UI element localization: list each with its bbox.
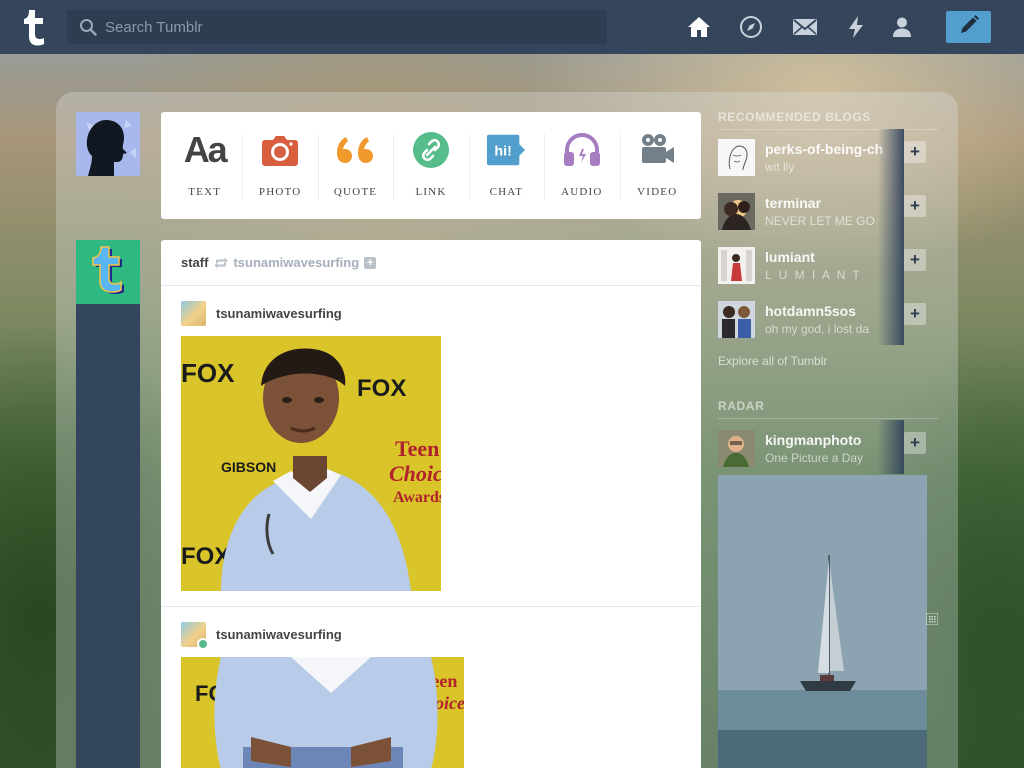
follow-button[interactable]: + (904, 432, 926, 454)
follow-button[interactable]: + (904, 195, 926, 217)
text-icon: Aa (183, 129, 228, 170)
post-card: staff tsunamiwavesurfing + tsunamiwavesu… (161, 240, 701, 768)
reblog-badge-icon (197, 638, 209, 650)
post-author-link[interactable]: staff (181, 255, 208, 270)
post-photo[interactable]: FOX Teen Choice (181, 657, 464, 768)
grid-view-icon[interactable] (925, 612, 939, 626)
trail-user[interactable]: tsunamiwavesurfing (161, 301, 342, 326)
post-photo[interactable]: FOX FOX Teen Choice Awards GIBSON FOX (181, 336, 441, 591)
row-fade (878, 183, 904, 237)
blog-avatar[interactable] (718, 430, 755, 467)
post-type-label: LINK (415, 186, 447, 198)
post-type-link[interactable]: LINK (393, 112, 468, 219)
trail-avatar[interactable] (181, 622, 209, 650)
my-avatar[interactable] (76, 112, 140, 176)
pencil-icon (958, 14, 980, 41)
backdrop-logo: Teen (395, 436, 439, 461)
trail-username[interactable]: tsunamiwavesurfing (216, 627, 342, 642)
follow-button[interactable]: + (904, 141, 926, 163)
blog-title: wit lly (765, 160, 795, 174)
backdrop-logo: Choice (389, 461, 441, 486)
row-fade (878, 420, 904, 474)
backdrop-logo: GIBSON (221, 459, 276, 475)
blog-avatar[interactable] (718, 301, 755, 338)
post-type-audio[interactable]: AUDIO (544, 112, 619, 219)
post-type-chat[interactable]: hi! CHAT (468, 112, 544, 219)
trail-avatar[interactable] (181, 301, 206, 326)
headphones-icon (562, 130, 602, 170)
backdrop-logo: FOX (181, 358, 235, 388)
trail-user[interactable]: tsunamiwavesurfing (161, 622, 342, 650)
activity-icon[interactable] (843, 14, 869, 40)
inbox-icon[interactable] (792, 14, 818, 40)
top-navigation-bar (0, 0, 1024, 54)
radar-photo[interactable] (718, 475, 927, 768)
explore-all-link[interactable]: Explore all of Tumblr (718, 354, 827, 368)
row-fade (878, 291, 904, 345)
sidebar-divider (718, 418, 938, 419)
quote-icon (336, 130, 376, 170)
blog-avatar[interactable] (718, 139, 755, 176)
post-type-label: CHAT (489, 186, 524, 198)
account-icon[interactable] (889, 14, 915, 40)
blog-title: One Picture a Day (765, 451, 864, 465)
backdrop-logo: FOX (357, 375, 406, 402)
follow-button[interactable]: + (904, 303, 926, 325)
row-fade (878, 129, 904, 183)
post-header: staff tsunamiwavesurfing + (161, 240, 701, 286)
explore-icon[interactable] (738, 14, 764, 40)
search-input[interactable] (105, 10, 595, 44)
blog-avatar[interactable] (718, 247, 755, 284)
backdrop-logo: Awards (393, 489, 441, 506)
chat-icon: hi! (486, 130, 526, 170)
post-type-video[interactable]: VIDEO (619, 112, 695, 219)
staff-avatar-column (76, 240, 140, 768)
camera-icon (260, 130, 300, 170)
search-icon (79, 18, 97, 36)
link-icon (411, 130, 451, 170)
compose-post-button[interactable] (946, 11, 991, 43)
trail-username[interactable]: tsunamiwavesurfing (216, 306, 342, 321)
post-type-bar: Aa TEXT PHOTO QUOTE LINK hi! CHAT AUDIO … (161, 112, 701, 219)
post-type-label: VIDEO (637, 186, 678, 198)
blog-name[interactable]: perks-of-being-ch (765, 141, 883, 157)
staff-avatar[interactable] (76, 240, 140, 304)
post-type-label: PHOTO (258, 186, 302, 198)
post-type-text[interactable]: Aa TEXT (167, 112, 242, 219)
radar-blog-row[interactable]: kingmanphoto One Picture a Day + (718, 420, 930, 474)
row-fade (878, 237, 904, 291)
post-type-quote[interactable]: QUOTE (317, 112, 393, 219)
tumblr-logo-icon[interactable] (14, 7, 54, 47)
home-icon[interactable] (686, 14, 712, 40)
post-type-photo[interactable]: PHOTO (242, 112, 317, 219)
post-divider (161, 606, 701, 607)
search-box[interactable] (67, 10, 607, 44)
blog-name[interactable]: lumiant (765, 249, 883, 265)
recommended-blogs-title: RECOMMENDED BLOGS (718, 110, 871, 124)
video-icon (637, 130, 677, 170)
radar-title: RADAR (718, 399, 765, 413)
post-type-label: AUDIO (561, 186, 603, 198)
post-type-label: TEXT (188, 186, 222, 198)
recommended-blog-row[interactable]: terminar NEVER LET ME GO + (718, 183, 930, 237)
blog-name[interactable]: hotdamn5sos (765, 303, 883, 319)
recommended-blog-row[interactable]: perks-of-being-ch wit lly + (718, 129, 930, 183)
blog-title: NEVER LET ME GO (765, 214, 875, 228)
blog-title: oh my god, i lost da (765, 322, 870, 336)
recommended-blog-row[interactable]: hotdamn5sos oh my god, i lost da + (718, 291, 930, 345)
sidebar-divider (718, 129, 938, 130)
follow-source-icon[interactable]: + (364, 256, 377, 269)
recommended-blog-row[interactable]: lumiant L U M I A N T + (718, 237, 930, 291)
reblog-source-link[interactable]: tsunamiwavesurfing (233, 255, 359, 270)
reblog-icon (214, 257, 228, 269)
post-type-label: QUOTE (333, 186, 378, 198)
svg-text:hi!: hi! (495, 144, 512, 160)
blog-avatar[interactable] (718, 193, 755, 230)
blog-title: L U M I A N T (765, 268, 862, 282)
follow-button[interactable]: + (904, 249, 926, 271)
blog-name[interactable]: terminar (765, 195, 883, 211)
blog-name[interactable]: kingmanphoto (765, 432, 883, 448)
